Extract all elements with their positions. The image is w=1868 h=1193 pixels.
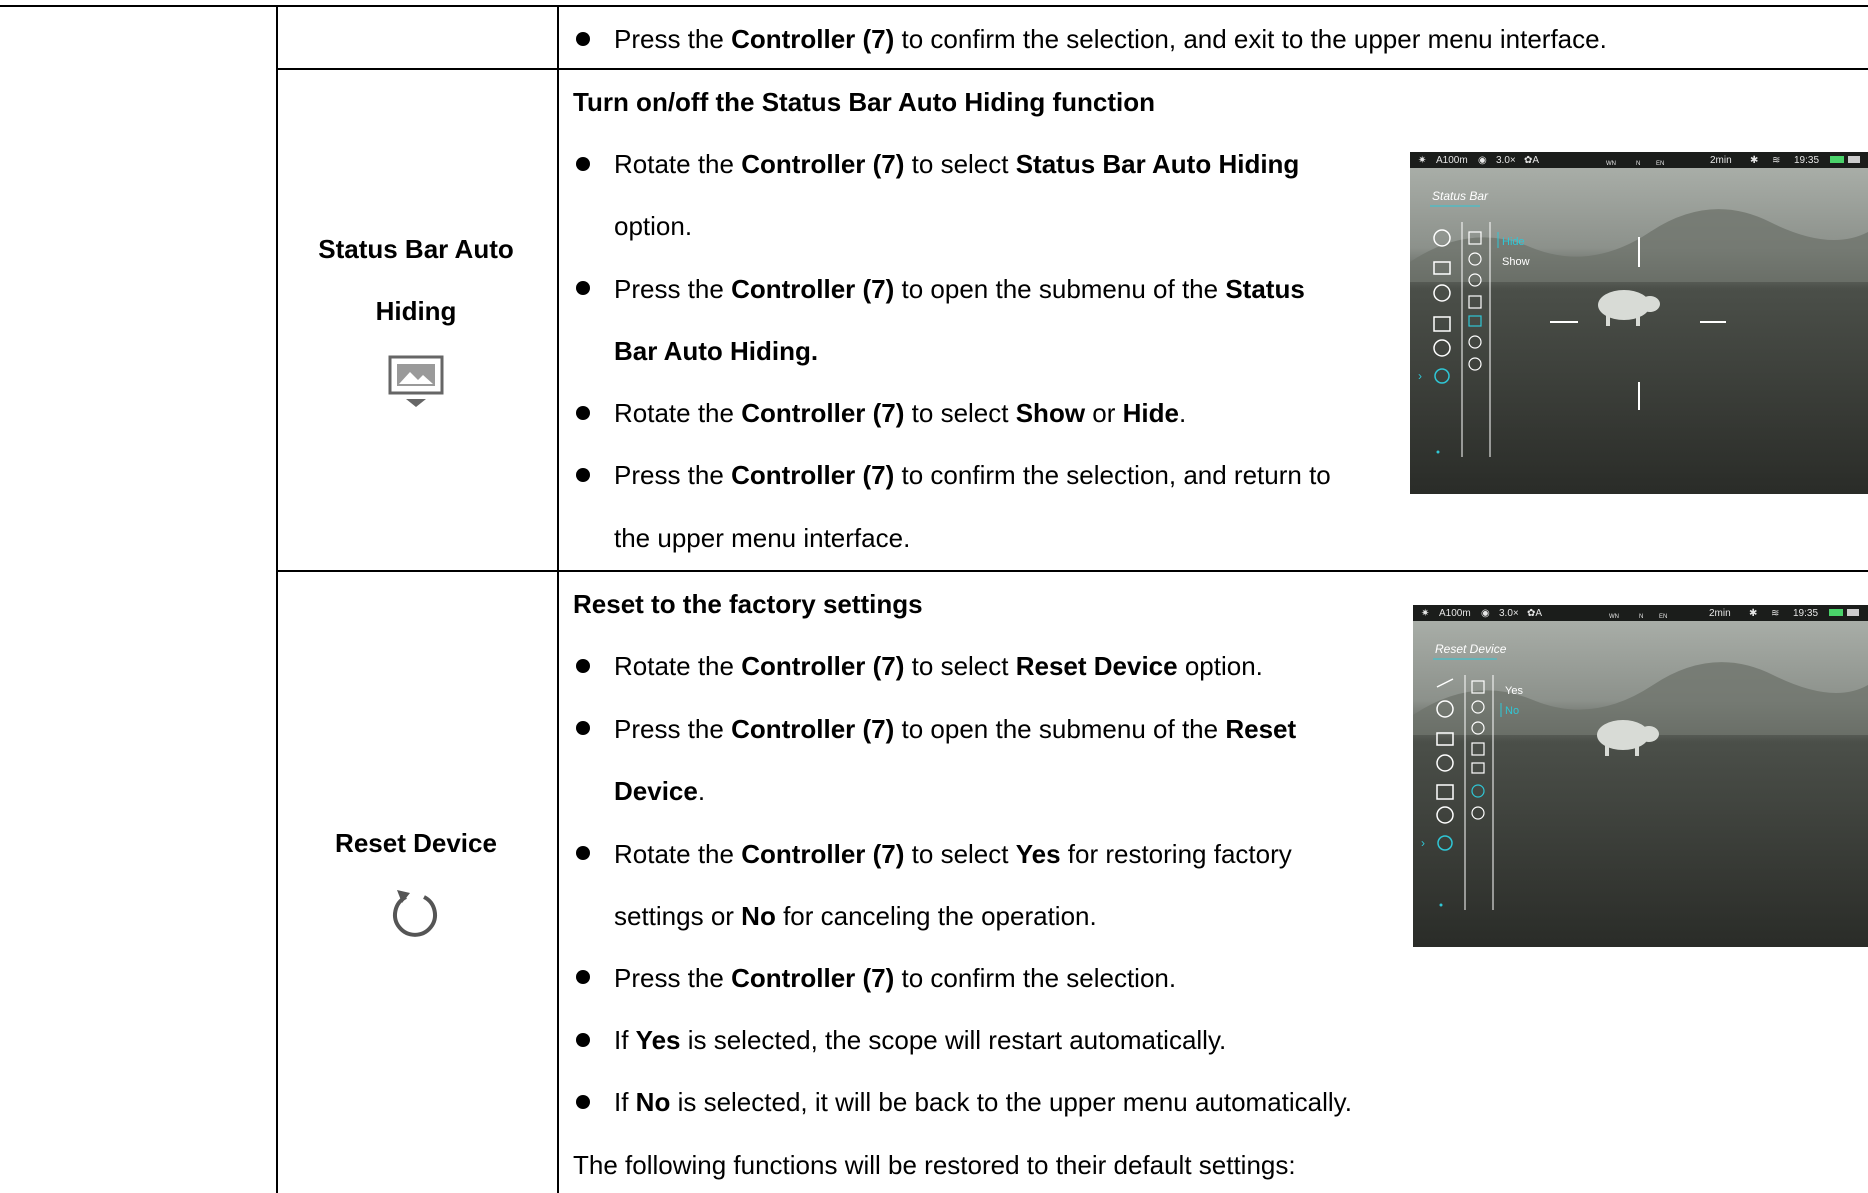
svg-text:N: N <box>1636 161 1640 167</box>
svg-text:3.0×: 3.0× <box>1499 608 1519 619</box>
screen-distance: A100m <box>1436 155 1468 166</box>
svg-text:≋: ≋ <box>1771 608 1779 619</box>
status-bar-step-1: Rotate the Controller (7) to select Stat… <box>614 149 1300 179</box>
bullet <box>576 846 590 860</box>
svg-text:WN: WN <box>1609 614 1619 620</box>
status-bar-step-4-cont: the upper menu interface. <box>614 523 911 553</box>
row-divider-2 <box>276 570 1868 572</box>
bullet <box>576 721 590 735</box>
status-bar-heading: Turn on/off the Status Bar Auto Hiding f… <box>573 87 1156 117</box>
status-bar-title-line1: Status Bar Auto <box>318 234 514 264</box>
svg-text:EN: EN <box>1659 614 1667 620</box>
status-bar-step-1-cont: option. <box>614 211 693 241</box>
bullet <box>576 32 590 46</box>
bullet <box>576 970 590 984</box>
reset-step-3: Rotate the Controller (7) to select Yes … <box>614 839 1292 869</box>
bullet <box>576 406 590 420</box>
svg-text:≋: ≋ <box>1772 155 1780 166</box>
svg-text:2min: 2min <box>1710 155 1732 166</box>
bullet <box>576 1033 590 1047</box>
svg-text:›: › <box>1418 369 1422 383</box>
bullet <box>576 281 590 295</box>
status-bar-step-2-cont: Bar Auto Hiding. <box>614 336 819 366</box>
reset-step-5: If Yes is selected, the scope will resta… <box>614 1025 1227 1055</box>
status-bar-hide-icon <box>388 355 444 414</box>
top-bullet-text: Press the Controller (7) to confirm the … <box>614 24 1607 54</box>
svg-text:A100m: A100m <box>1439 608 1471 619</box>
svg-text:No: No <box>1505 705 1519 717</box>
reset-step-1: Rotate the Controller (7) to select Rese… <box>614 651 1263 681</box>
svg-text:◉: ◉ <box>1478 155 1487 166</box>
col-divider-left <box>276 5 278 1193</box>
svg-text:✿A: ✿A <box>1527 608 1542 619</box>
reset-device-screenshot: ✷ A100m ◉ 3.0× ✿A WN N EN 2min ✱ ≋ 19:35… <box>1413 605 1868 947</box>
reset-footer-text: The following functions will be restored… <box>573 1150 1296 1180</box>
status-bar-step-4: Press the Controller (7) to confirm the … <box>614 460 1331 490</box>
bullet <box>576 157 590 171</box>
svg-text:◉: ◉ <box>1481 608 1490 619</box>
svg-text:✱: ✱ <box>1749 608 1757 619</box>
reset-step-6: If No is selected, it will be back to th… <box>614 1087 1352 1117</box>
svg-text:WN: WN <box>1606 161 1616 167</box>
reset-step-2: Press the Controller (7) to open the sub… <box>614 714 1297 744</box>
reset-step-2-cont: Device. <box>614 776 706 806</box>
row-divider-1 <box>276 68 1868 70</box>
svg-text:2min: 2min <box>1709 608 1731 619</box>
svg-text:3.0×: 3.0× <box>1496 155 1516 166</box>
svg-text:19:35: 19:35 <box>1794 155 1819 166</box>
svg-text:✱: ✱ <box>1750 155 1758 166</box>
bullet <box>576 659 590 673</box>
reset-circular-arrow-icon <box>390 886 442 945</box>
col-divider-mid <box>557 5 559 1193</box>
bullet <box>576 1095 590 1109</box>
svg-text:19:35: 19:35 <box>1793 608 1818 619</box>
status-bar-title-line2: Hiding <box>375 296 457 326</box>
svg-text:✷: ✷ <box>1421 608 1429 619</box>
reset-heading: Reset to the factory settings <box>573 589 923 619</box>
bullet <box>576 468 590 482</box>
svg-text:Yes: Yes <box>1505 685 1523 697</box>
status-bar-step-2: Press the Controller (7) to open the sub… <box>614 274 1305 304</box>
svg-text:N: N <box>1639 614 1643 620</box>
status-bar-step-3: Rotate the Controller (7) to select Show… <box>614 398 1187 428</box>
reset-step-4: Press the Controller (7) to confirm the … <box>614 963 1177 993</box>
svg-text:Status Bar: Status Bar <box>1432 189 1489 203</box>
svg-text:✿A: ✿A <box>1524 155 1539 166</box>
svg-text:›: › <box>1421 836 1425 850</box>
top-rule <box>0 5 1868 7</box>
svg-text:Show: Show <box>1502 256 1530 268</box>
svg-text:EN: EN <box>1656 161 1664 167</box>
status-bar-device-screenshot: ✷ A100m ◉ 3.0× ✿A WN N EN 2min ✱ ≋ 19:35… <box>1410 152 1868 494</box>
svg-text:Reset Device: Reset Device <box>1435 642 1507 656</box>
svg-text:Hide: Hide <box>1502 236 1525 248</box>
svg-text:✷: ✷ <box>1418 155 1426 166</box>
reset-step-3-cont: settings or No for canceling the operati… <box>614 901 1097 931</box>
reset-device-title: Reset Device <box>335 828 497 858</box>
